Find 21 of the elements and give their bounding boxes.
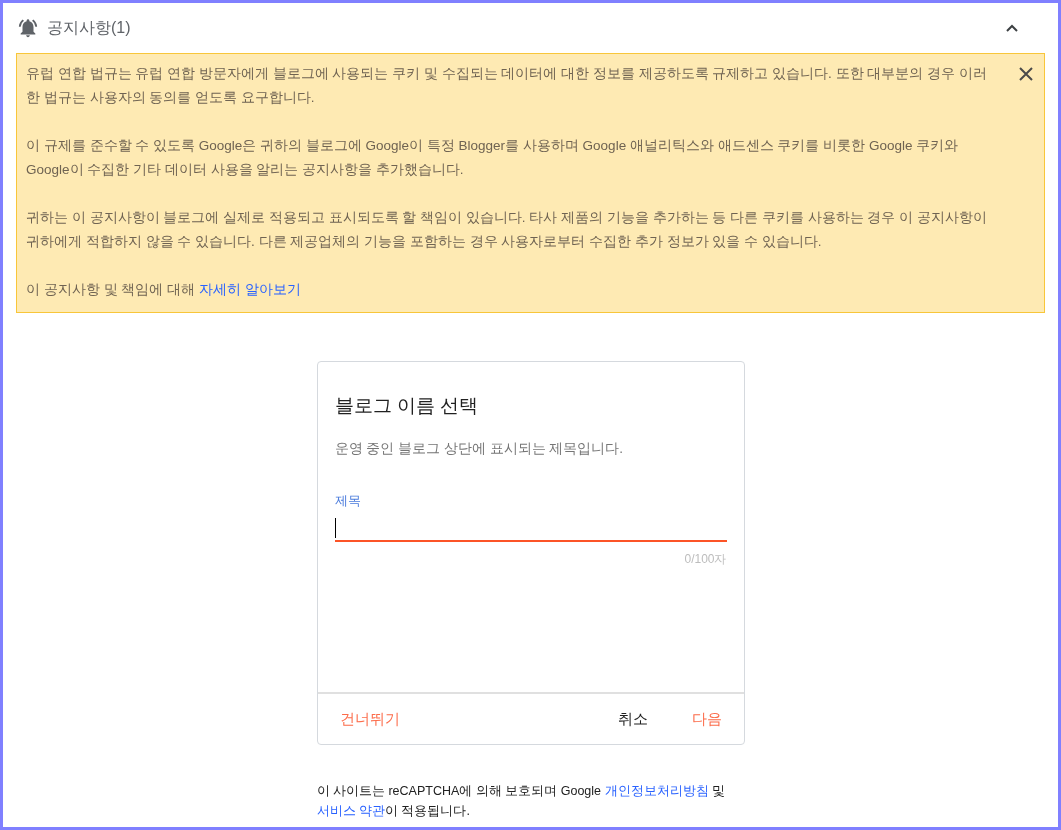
character-counter: 0/100자 bbox=[684, 551, 727, 569]
notice-paragraph: 귀하는 이 공지사항이 블로그에 실제로 적용되고 표시되도록 할 책임이 있습니다. 타사 제품의 기능을 추가하는 등 다른 쿠키를 사용하는 경우 이 공지사항이 귀하에게 적합하지 않을 수 있습니다. 다른 제공업체의 기능을 포함하는 경우 사용자로부터 수집한 추가 정보가 있을 수 있습니다. bbox=[26, 209, 988, 251]
close-icon bbox=[1019, 67, 1033, 81]
notice-paragraph: 이 공지사항 및 책임에 대해 자세히 알아보기 bbox=[26, 281, 302, 299]
link[interactable]: 서비스 약관 bbox=[316, 804, 385, 818]
dialog-action-button[interactable]: 취소 bbox=[603, 701, 662, 737]
panel-title: 공지사항(1) bbox=[47, 18, 131, 38]
dialog-action-button[interactable]: 건너뛰기 bbox=[325, 701, 414, 737]
text-cursor bbox=[334, 518, 336, 539]
link[interactable]: 자세히 알아보기 bbox=[198, 282, 301, 297]
chevron-up-icon bbox=[1005, 23, 1019, 33]
notice-paragraph: 유럽 연합 법규는 유럽 연합 방문자에게 블로그에 사용되는 쿠키 및 수집되는 데이터에 대한 정보를 제공하도록 규제하고 있습니다. 또한 대부분의 경우 이러한 법규는 사용자의 동의를 얻도록 요구합니다. bbox=[26, 65, 988, 107]
notice-paragraph: 이 규제를 준수할 수 있도록 Google은 귀하의 블로그에 Google이 특정 Blogger를 사용하며 Google 애널리틱스와 애드센스 쿠키를 비롯한 Google 쿠키와 Google이 수집한 기타 데이터 사용을 알리는 공지사항을 추가했습니다. bbox=[26, 137, 960, 179]
link[interactable]: 개인정보처리방침 bbox=[604, 784, 709, 798]
dialog-description: 운영 중인 블로그 상단에 표시되는 제목입니다. bbox=[334, 439, 623, 458]
dialog-title: 블로그 이름 선택 bbox=[334, 394, 479, 418]
field-label: 제목 bbox=[334, 491, 361, 510]
recaptcha-notice: 이 사이트는 reCAPTCHA에 의해 보호되며 Google 개인정보처리방침 및 서비스 약관이 적용됩니다. bbox=[316, 783, 726, 820]
bell-icon bbox=[17, 17, 39, 39]
dialog-action-button[interactable]: 다음 bbox=[677, 701, 736, 737]
title-input-field[interactable] bbox=[334, 516, 727, 543]
